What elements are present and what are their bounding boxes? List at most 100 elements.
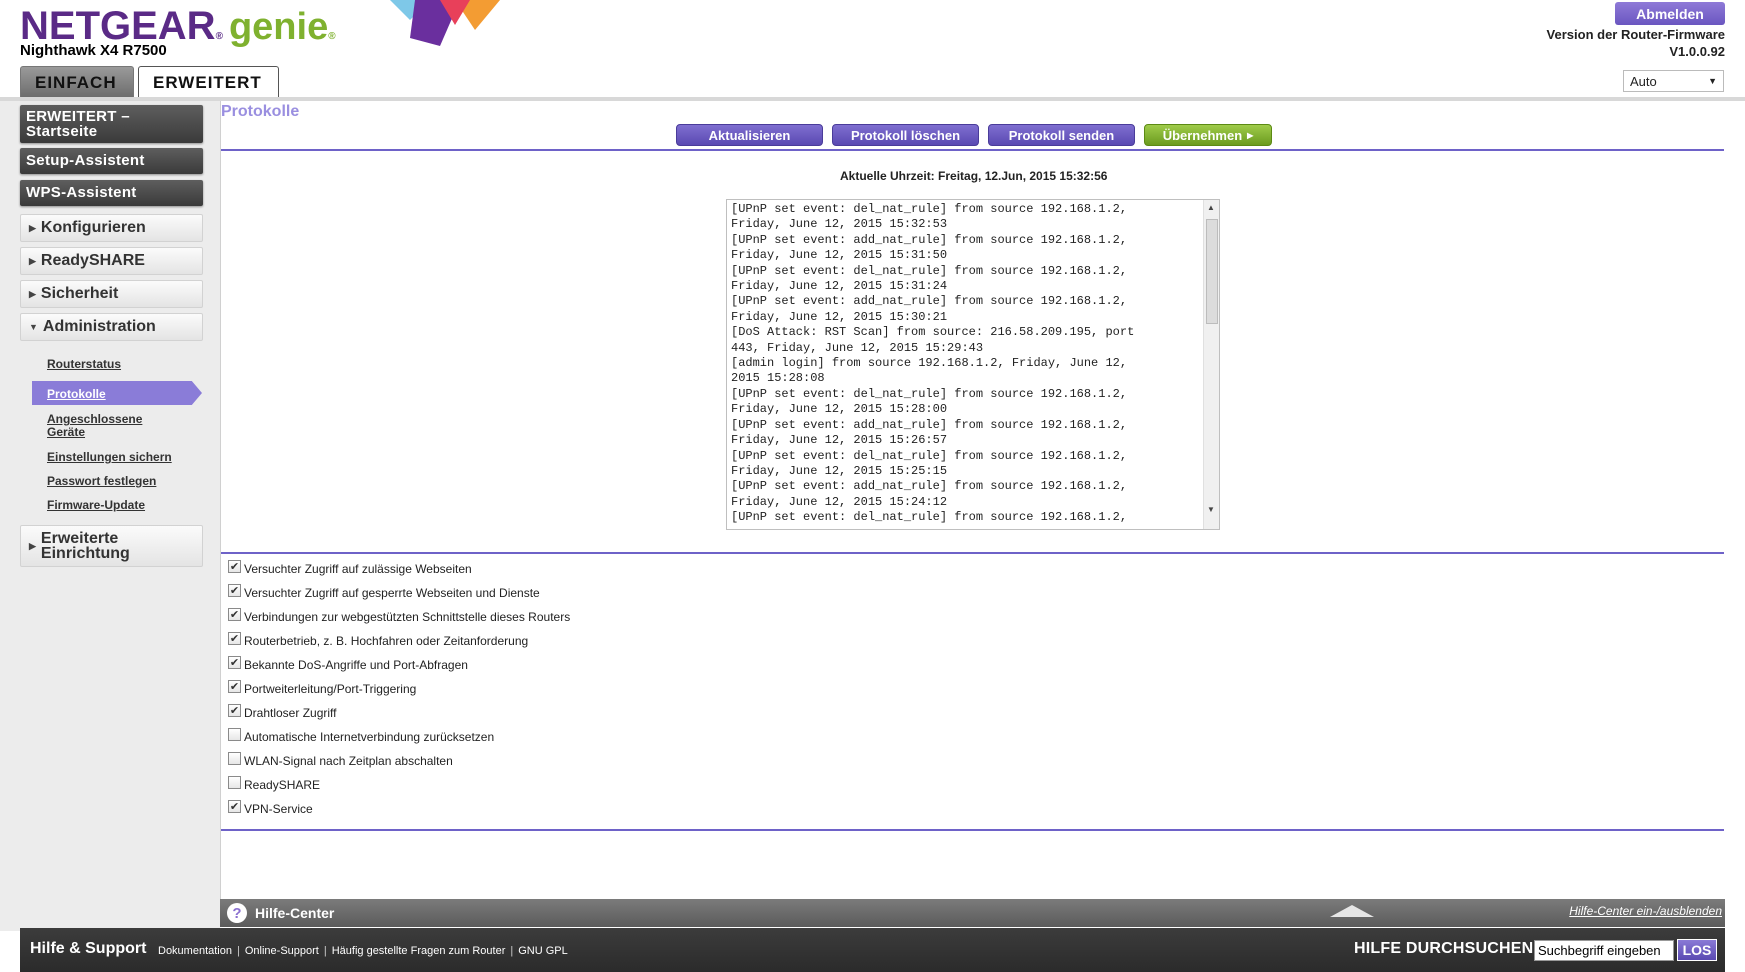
log-option-label: Automatische Internetverbindung zurückse… [244,730,495,744]
refresh-button[interactable]: Aktualisieren [676,124,823,146]
help-center-bar: ? Hilfe-Center Hilfe-Center ein-/ausblen… [220,899,1725,927]
log-line: Friday, June 12, 2015 15:26:57 [731,433,948,448]
log-line: [UPnP set event: add_nat_rule] from sour… [731,294,1128,309]
nav-sicherheit[interactable]: ▶ Sicherheit [20,280,203,308]
nav-setup-wizard-label: Setup-Assistent [26,152,145,169]
sidebar-item-protokolle[interactable]: Protokolle [32,381,202,405]
log-option-checkbox[interactable]: ✔ [228,679,241,693]
log-line: [UPnP set event: del_nat_rule] from sour… [731,386,1128,401]
log-option-label: Versuchter Zugriff auf zulässige Webseit… [244,562,472,576]
triangle-right-icon: ▶ [29,288,36,299]
product-name: genie [228,6,329,48]
apply-button[interactable]: Übernehmen ▶ [1144,124,1272,146]
send-log-button[interactable]: Protokoll senden [988,124,1135,146]
log-option-row: ✔ Verbindungen zur webgestützten Schnitts… [228,607,728,624]
log-line: [UPnP set event: del_nat_rule] from sour… [731,202,1128,216]
log-option-checkbox[interactable] [228,727,241,741]
clear-log-button[interactable]: Protokoll löschen [832,124,979,146]
chevron-down-icon: ▼ [1708,76,1717,86]
log-option-row: ✔ Versuchter Zugriff auf zulässige Websei… [228,559,728,576]
nav-wps-wizard[interactable]: WPS-Assistent [20,180,203,206]
log-line: 2015 15:28:08 [731,371,825,386]
log-option-checkbox[interactable]: ✔ [228,799,241,813]
logo-shapes-icon [390,0,500,46]
footer: Hilfe & Support Dokumentation | Online-Su… [20,928,1725,972]
log-option-row: ReadySHARE [228,775,728,792]
log-scrollbar[interactable]: ▲ ▼ [1203,200,1219,529]
log-option-label: Drahtloser Zugriff [244,706,337,720]
nav-setup-wizard[interactable]: Setup-Assistent [20,148,203,174]
log-line: Friday, June 12, 2015 15:25:15 [731,463,948,478]
log-line: [UPnP set event: add_nat_rule] from sour… [731,479,1128,494]
scroll-down-icon[interactable]: ▼ [1207,505,1215,514]
log-option-checkbox[interactable]: ✔ [228,631,241,645]
log-option-row: ✔ VPN-Service [228,799,728,816]
log-option-label: Verbindungen zur webgestützten Schnittst… [244,610,571,624]
nav-advanced-home[interactable]: ERWEITERT – Startseite [20,105,203,143]
log-line: Friday, June 12, 2015 15:30:21 [731,309,948,324]
log-line: Friday, June 12, 2015 15:31:24 [731,279,948,294]
log-option-label: ReadySHARE [244,778,321,792]
log-option-checkbox[interactable] [228,751,241,765]
scroll-thumb[interactable] [1206,219,1218,324]
nav-erweiterte-einrichtung[interactable]: ▶ Erweiterte Einrichtung [20,525,203,567]
log-option-checkbox[interactable]: ✔ [228,703,241,717]
log-option-checkbox[interactable]: ✔ [228,655,241,669]
log-option-label: Bekannte DoS-Angriffe und Port-Abfragen [244,658,468,672]
firmware-label: Version der Router-Firmware [1546,27,1725,42]
link-online-support[interactable]: Online-Support [245,945,319,957]
sidebar-item-angeschlossene-geraete[interactable]: Angeschlossene Geräte [47,413,157,439]
scroll-up-icon[interactable]: ▲ [1207,203,1215,212]
triangle-right-icon: ▶ [29,540,36,551]
log-content: [UPnP set event: del_nat_rule] from sour… [731,202,1181,526]
log-option-checkbox[interactable]: ✔ [228,583,241,597]
link-gnu-gpl[interactable]: GNU GPL [518,945,568,957]
log-line: [UPnP set event: add_nat_rule] from sour… [731,417,1128,432]
tab-einfach[interactable]: EINFACH [20,66,134,98]
logout-button[interactable]: Abmelden [1615,2,1725,25]
log-option-checkbox[interactable] [228,775,241,789]
expand-help-icon[interactable] [1330,905,1374,917]
tab-erweitert[interactable]: ERWEITERT [138,66,279,98]
log-line: Friday, June 12, 2015 15:31:50 [731,248,948,263]
action-buttons: Aktualisieren Protokoll löschen Protokol… [676,124,1272,146]
sidebar-item-firmware-update[interactable]: Firmware-Update [47,499,145,512]
search-button[interactable]: LOS [1677,939,1717,961]
search-label: HILFE DURCHSUCHEN [1354,940,1534,957]
footer-title: Hilfe & Support [30,940,147,957]
triangle-down-icon: ▼ [29,322,38,332]
link-faq[interactable]: Häufig gestellte Fragen zum Router [332,945,506,957]
log-line: [UPnP set event: del_nat_rule] from sour… [731,510,1128,525]
nav-administration[interactable]: ▼ Administration [20,313,203,341]
nav-readyshare[interactable]: ▶ ReadySHARE [20,247,203,275]
log-option-row: ✔ Versuchter Zugriff auf gesperrte Websei… [228,583,728,600]
firmware-version: V1.0.0.92 [1669,44,1725,59]
log-line: [UPnP set event: del_nat_rule] from sour… [731,263,1128,278]
log-option-label: Portweiterleitung/Port-Triggering [244,682,417,696]
log-line: [UPnP set event: add_nat_rule] from sour… [731,232,1128,247]
log-line: 443, Friday, June 12, 2015 15:29:43 [731,340,984,355]
language-select[interactable]: Auto ▼ [1623,70,1724,92]
arrow-right-icon: ▶ [1247,130,1254,140]
language-value: Auto [1630,73,1657,89]
sidebar-item-passwort-festlegen[interactable]: Passwort festlegen [47,475,156,488]
log-option-checkbox[interactable]: ✔ [228,559,241,573]
divider [221,829,1724,831]
log-line: Friday, June 12, 2015 15:28:00 [731,402,948,417]
log-line: Friday, June 12, 2015 15:24:12 [731,494,948,509]
help-center-toggle[interactable]: Hilfe-Center ein-/ausblenden [1569,904,1722,918]
help-center-title: Hilfe-Center [255,905,335,921]
log-option-row: ✔ Drahtloser Zugriff [228,703,728,720]
divider [221,149,1724,151]
log-line: [UPnP set event: del_nat_rule] from sour… [731,448,1128,463]
link-documentation[interactable]: Dokumentation [158,945,232,957]
nav-konfigurieren[interactable]: ▶ Konfigurieren [20,214,203,242]
sidebar-item-einstellungen-sichern[interactable]: Einstellungen sichern [47,451,172,464]
log-option-checkbox[interactable]: ✔ [228,607,241,621]
current-time: Aktuelle Uhrzeit: Freitag, 12.Jun, 2015 … [840,169,1108,183]
search-input[interactable] [1534,940,1674,961]
log-option-row: ✔ Portweiterleitung/Port-Triggering [228,679,728,696]
log-textarea[interactable]: [UPnP set event: del_nat_rule] from sour… [726,199,1220,530]
sidebar-item-routerstatus[interactable]: Routerstatus [47,358,121,371]
log-option-label: Routerbetrieb, z. B. Hochfahren oder Zei… [244,634,529,648]
